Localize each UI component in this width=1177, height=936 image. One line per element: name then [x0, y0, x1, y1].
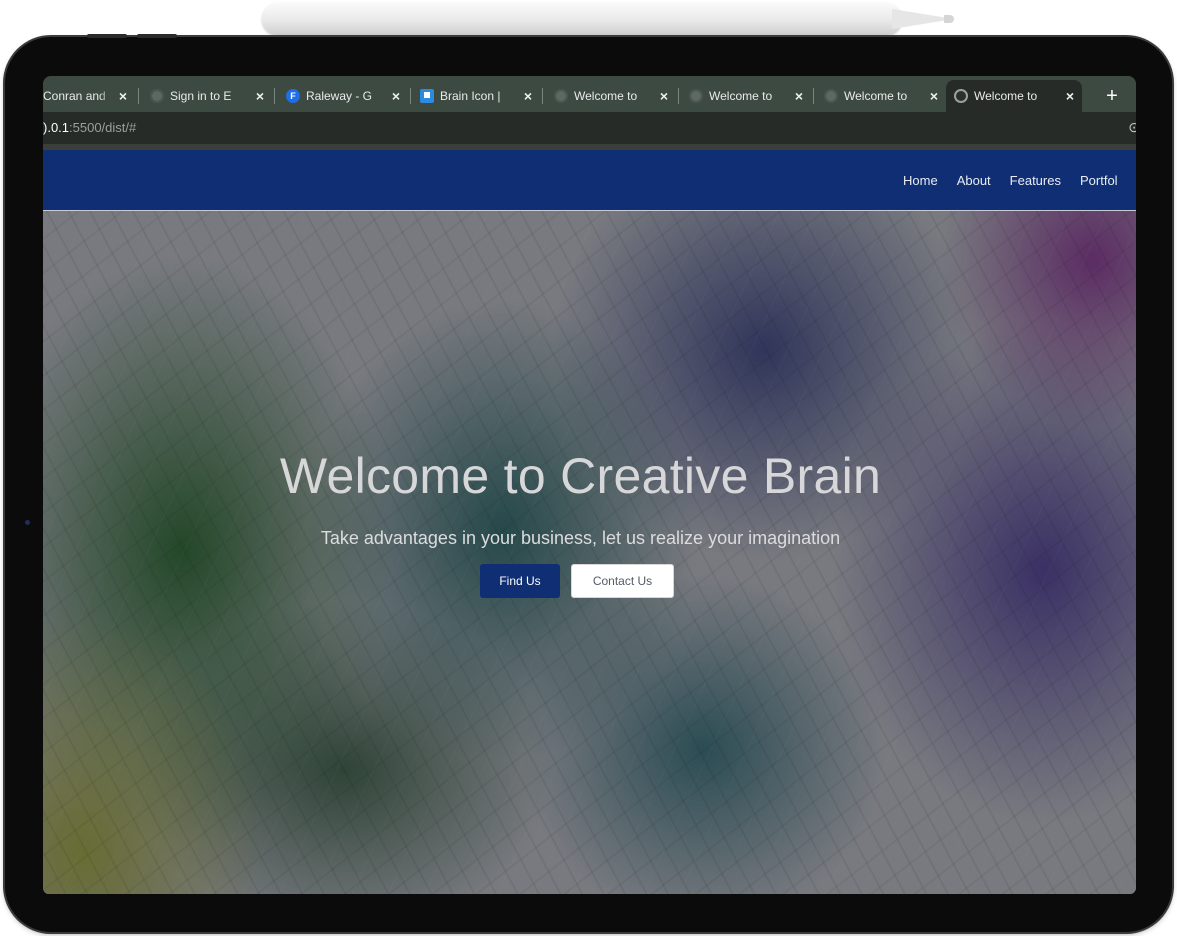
globe-icon [554, 89, 568, 103]
volume-button [137, 34, 177, 38]
tab-title: Raleway - G [306, 89, 373, 103]
browser-tab[interactable]: F Raleway - G × [278, 80, 408, 112]
tab-separator [542, 88, 543, 104]
browser-tab-active[interactable]: Welcome to × [946, 80, 1082, 112]
browser-tab[interactable]: Conran and × [43, 80, 135, 112]
globe-icon [824, 89, 838, 103]
close-icon[interactable]: × [119, 88, 127, 104]
close-icon[interactable]: × [392, 88, 400, 104]
website-viewport: Home About Features Portfol Welcome to C… [43, 150, 1136, 894]
tablet-screen: Conran and × Sign in to E × F Raleway - … [43, 76, 1136, 894]
browser-tab[interactable]: Welcome to × [681, 80, 811, 112]
url-path: :5500/dist/# [69, 120, 137, 135]
hero-title: Welcome to Creative Brain [279, 448, 882, 504]
page-info-icon[interactable]: ⊙ [1128, 119, 1136, 136]
tab-title: Welcome to [974, 89, 1038, 103]
tab-separator [138, 88, 139, 104]
front-camera [25, 520, 30, 525]
tab-separator [410, 88, 411, 104]
hero-section: Welcome to Creative Brain Take advantage… [43, 150, 1136, 894]
close-icon[interactable]: × [524, 88, 532, 104]
tab-title: Welcome to [574, 89, 638, 103]
url-host: ).0.1 [43, 120, 70, 135]
tab-title: Brain Icon | [440, 89, 501, 103]
address-bar[interactable]: ).0.1:5500/dist/# ⊙ [43, 112, 1136, 144]
contact-us-button[interactable]: Contact Us [571, 564, 674, 598]
browser-tab[interactable]: Welcome to × [546, 80, 676, 112]
browser-tab-strip: Conran and × Sign in to E × F Raleway - … [43, 76, 1136, 112]
apple-pencil-point [944, 15, 954, 23]
fonts-f-icon: F [286, 89, 300, 103]
tab-separator [274, 88, 275, 104]
new-tab-button[interactable]: + [1096, 80, 1128, 112]
tab-title: Welcome to [709, 89, 773, 103]
globe-icon [689, 89, 703, 103]
tab-separator [813, 88, 814, 104]
flag-icon [420, 89, 434, 103]
close-icon[interactable]: × [1066, 88, 1074, 104]
apple-pencil [262, 3, 902, 35]
close-icon[interactable]: × [930, 88, 938, 104]
volume-button [87, 34, 127, 38]
browser-tab[interactable]: Welcome to × [816, 80, 946, 112]
globe-icon [150, 89, 164, 103]
tab-title: Sign in to E [170, 89, 232, 103]
close-icon[interactable]: × [256, 88, 264, 104]
globe-icon [954, 89, 968, 103]
find-us-button[interactable]: Find Us [480, 564, 560, 598]
tab-title: Welcome to [844, 89, 908, 103]
url-text[interactable]: ).0.1:5500/dist/# [43, 120, 136, 135]
tab-title: Conran and [43, 89, 106, 103]
close-icon[interactable]: × [660, 88, 668, 104]
close-icon[interactable]: × [795, 88, 803, 104]
hero-subtitle: Take advantages in your business, let us… [320, 528, 841, 548]
browser-tab[interactable]: Brain Icon | × [412, 80, 540, 112]
browser-tab[interactable]: Sign in to E × [142, 80, 272, 112]
tab-separator [678, 88, 679, 104]
